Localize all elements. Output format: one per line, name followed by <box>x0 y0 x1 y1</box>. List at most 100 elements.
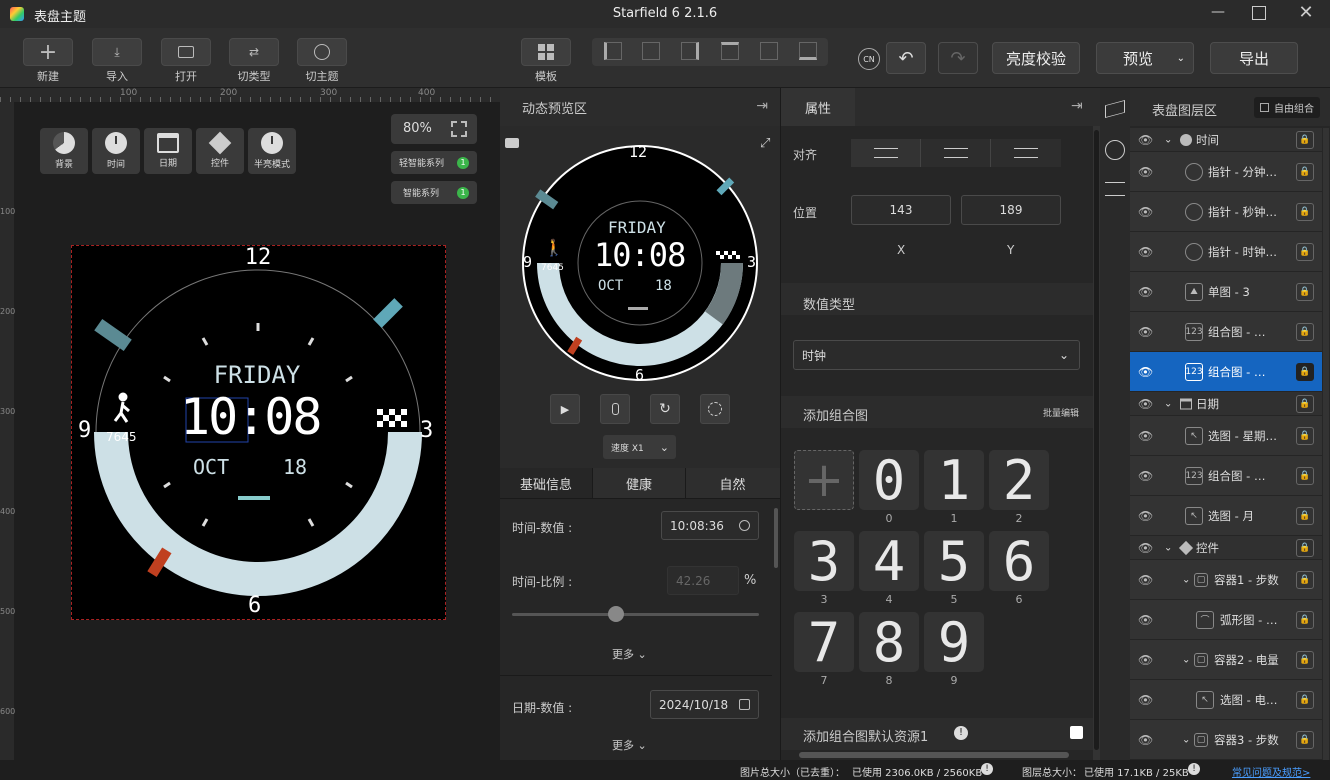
eye-icon[interactable]: 👁 <box>1138 653 1153 667</box>
layer-item[interactable]: 👁 ⌄ ▢ 容器2 - 电量 🔒 <box>1130 640 1322 680</box>
date-value-input[interactable]: 2024/10/18 <box>650 690 759 719</box>
properties-tab[interactable]: 属性 <box>781 88 855 126</box>
collapse-icon[interactable]: ⇥ <box>1071 98 1083 114</box>
digit-tile[interactable]: 1 <box>924 449 984 512</box>
eye-icon[interactable]: 👁 <box>1138 541 1153 555</box>
layer-item[interactable]: 👁 指针 - 分钟… 🔒 <box>1130 152 1322 192</box>
time-ratio-slider-thumb[interactable] <box>608 606 625 622</box>
eye-icon[interactable]: 👁 <box>1138 285 1153 299</box>
lock-icon[interactable]: 🔒 <box>1296 322 1314 341</box>
speed-select[interactable]: 速度 X1 ⌄ <box>603 435 676 459</box>
value-type-select[interactable]: 时钟 ⌄ <box>793 340 1080 370</box>
aod-toggle-button[interactable] <box>700 394 730 424</box>
maximize-button[interactable] <box>1252 6 1266 20</box>
lock-icon[interactable]: 🔒 <box>1296 650 1314 669</box>
preview-button[interactable]: 预览 ⌄ <box>1096 42 1194 74</box>
digit-tile[interactable]: 7 <box>794 611 854 674</box>
tab-nature[interactable]: 自然 <box>686 468 779 498</box>
light-smart-series-button[interactable]: 轻智能系列 1 <box>391 151 477 174</box>
tool-background[interactable]: 背景 <box>40 128 88 174</box>
align-bottom-button[interactable] <box>799 42 817 60</box>
chevron-down-icon[interactable]: ⌄ <box>1164 398 1172 409</box>
layer-item[interactable]: 👁 指针 - 秒钟… 🔒 <box>1130 192 1322 232</box>
chevron-down-icon[interactable]: ⌄ <box>1182 574 1190 585</box>
play-button[interactable]: ▶ <box>550 394 580 424</box>
layer-item[interactable]: 👁 ↖ 选图 - 月 🔒 <box>1130 496 1322 536</box>
lock-icon[interactable]: 🔒 <box>1296 466 1314 485</box>
lock-icon[interactable]: 🔒 <box>1296 394 1314 413</box>
digit-tile[interactable]: 0 <box>859 449 919 512</box>
lock-icon[interactable]: 🔒 <box>1296 690 1314 709</box>
redo-button[interactable]: ↷ <box>938 42 978 74</box>
layer-group-time[interactable]: 👁 ⌄ 时间 🔒 <box>1130 128 1322 152</box>
tab-health[interactable]: 健康 <box>593 468 686 498</box>
layer-item[interactable]: 👁 123 组合图 - … 🔒 <box>1130 312 1322 352</box>
layer-item[interactable]: 👁 ⌄ ▢ 容器1 - 步数 🔒 <box>1130 560 1322 600</box>
digit-tile[interactable]: 9 <box>924 611 984 674</box>
digit-tile[interactable]: 3 <box>794 530 854 593</box>
eye-icon[interactable]: 👁 <box>1138 133 1153 147</box>
eye-icon[interactable]: 👁 <box>1138 509 1153 523</box>
new-button[interactable]: + <box>23 38 73 66</box>
time-ratio-slider-track[interactable] <box>512 613 759 616</box>
undo-button[interactable]: ↶ <box>886 42 926 74</box>
lock-icon[interactable]: 🔒 <box>1296 506 1314 525</box>
lock-icon[interactable]: 🔒 <box>1296 282 1314 301</box>
digit-tile[interactable]: 5 <box>924 530 984 593</box>
horizontal-scrollbar[interactable] <box>799 752 1069 758</box>
add-digit-button[interactable]: + <box>794 450 854 510</box>
align-right-button[interactable] <box>681 42 699 60</box>
batch-edit-link[interactable]: 批量编辑 <box>1043 406 1079 419</box>
eye-icon[interactable]: 👁 <box>1138 397 1153 411</box>
layer-item[interactable]: 👁 ↖ 选图 - 星期… 🔒 <box>1130 416 1322 456</box>
layer-group-widget[interactable]: 👁 ⌄ 控件 🔒 <box>1130 536 1322 560</box>
refresh-button[interactable]: ↻ <box>650 394 680 424</box>
more-link[interactable]: 更多 ⌄ <box>612 646 647 662</box>
tool-date[interactable]: 日期 <box>144 128 192 174</box>
switch-theme-button[interactable] <box>297 38 347 66</box>
lock-icon[interactable]: 🔒 <box>1296 162 1314 181</box>
layers-scrollbar[interactable] <box>1323 128 1329 760</box>
vertical-scrollbar[interactable] <box>1093 126 1100 760</box>
eye-icon[interactable]: 👁 <box>1138 469 1153 483</box>
position-y-input[interactable]: 189 <box>961 195 1061 225</box>
align-vcenter-button[interactable] <box>760 42 778 60</box>
align-left-button[interactable] <box>604 42 622 60</box>
eye-icon[interactable]: 👁 <box>1138 205 1153 219</box>
digit-tile[interactable]: 4 <box>859 530 919 593</box>
eye-icon[interactable]: 👁 <box>1138 165 1153 179</box>
free-group-button[interactable]: 自由组合 <box>1254 97 1320 118</box>
lock-icon[interactable]: 🔒 <box>1296 242 1314 261</box>
lock-icon[interactable]: 🔒 <box>1296 610 1314 629</box>
layer-item[interactable]: 👁 ⛰ 单图 - 3 🔒 <box>1130 272 1322 312</box>
zoom-control[interactable]: 80% <box>391 114 477 144</box>
layer-group-date[interactable]: 👁 ⌄ 日期 🔒 <box>1130 392 1322 416</box>
time-value-input[interactable]: 10:08:36 <box>661 511 759 540</box>
lock-icon[interactable]: 🔒 <box>1296 426 1314 445</box>
camera-icon[interactable] <box>505 138 519 148</box>
text-align-center-button[interactable] <box>921 139 991 167</box>
eye-icon[interactable]: 👁 <box>1138 573 1153 587</box>
sliders-icon[interactable] <box>1105 182 1125 196</box>
brightness-check-button[interactable]: 亮度校验 <box>992 42 1080 74</box>
more-link[interactable]: 更多 ⌄ <box>612 737 647 753</box>
layer-item[interactable]: 👁 ⌄ ▢ 容器3 - 步数 🔒 <box>1130 720 1322 760</box>
clock-icon[interactable] <box>1105 140 1125 160</box>
switch-type-button[interactable]: ⇄ <box>229 38 279 66</box>
minimize-button[interactable]: — <box>1208 4 1228 24</box>
import-button[interactable]: ⤓ <box>92 38 142 66</box>
tool-widget[interactable]: 控件 <box>196 128 244 174</box>
export-button[interactable]: 导出 <box>1210 42 1298 74</box>
digit-tile[interactable]: 2 <box>989 449 1049 512</box>
layer-item[interactable]: 👁 123 组合图 - … 🔒 <box>1130 456 1322 496</box>
chevron-down-icon[interactable]: ⌄ <box>1182 734 1190 745</box>
tab-basic-info[interactable]: 基础信息 <box>500 468 593 498</box>
open-button[interactable] <box>161 38 211 66</box>
text-align-right-button[interactable] <box>991 139 1061 167</box>
digit-tile[interactable]: 6 <box>989 530 1049 593</box>
lock-icon[interactable]: 🔒 <box>1296 730 1314 749</box>
layers-icon[interactable] <box>1105 100 1125 118</box>
template-button[interactable] <box>521 38 571 66</box>
default-res-checkbox[interactable] <box>1070 726 1083 739</box>
text-align-left-button[interactable] <box>851 139 921 167</box>
